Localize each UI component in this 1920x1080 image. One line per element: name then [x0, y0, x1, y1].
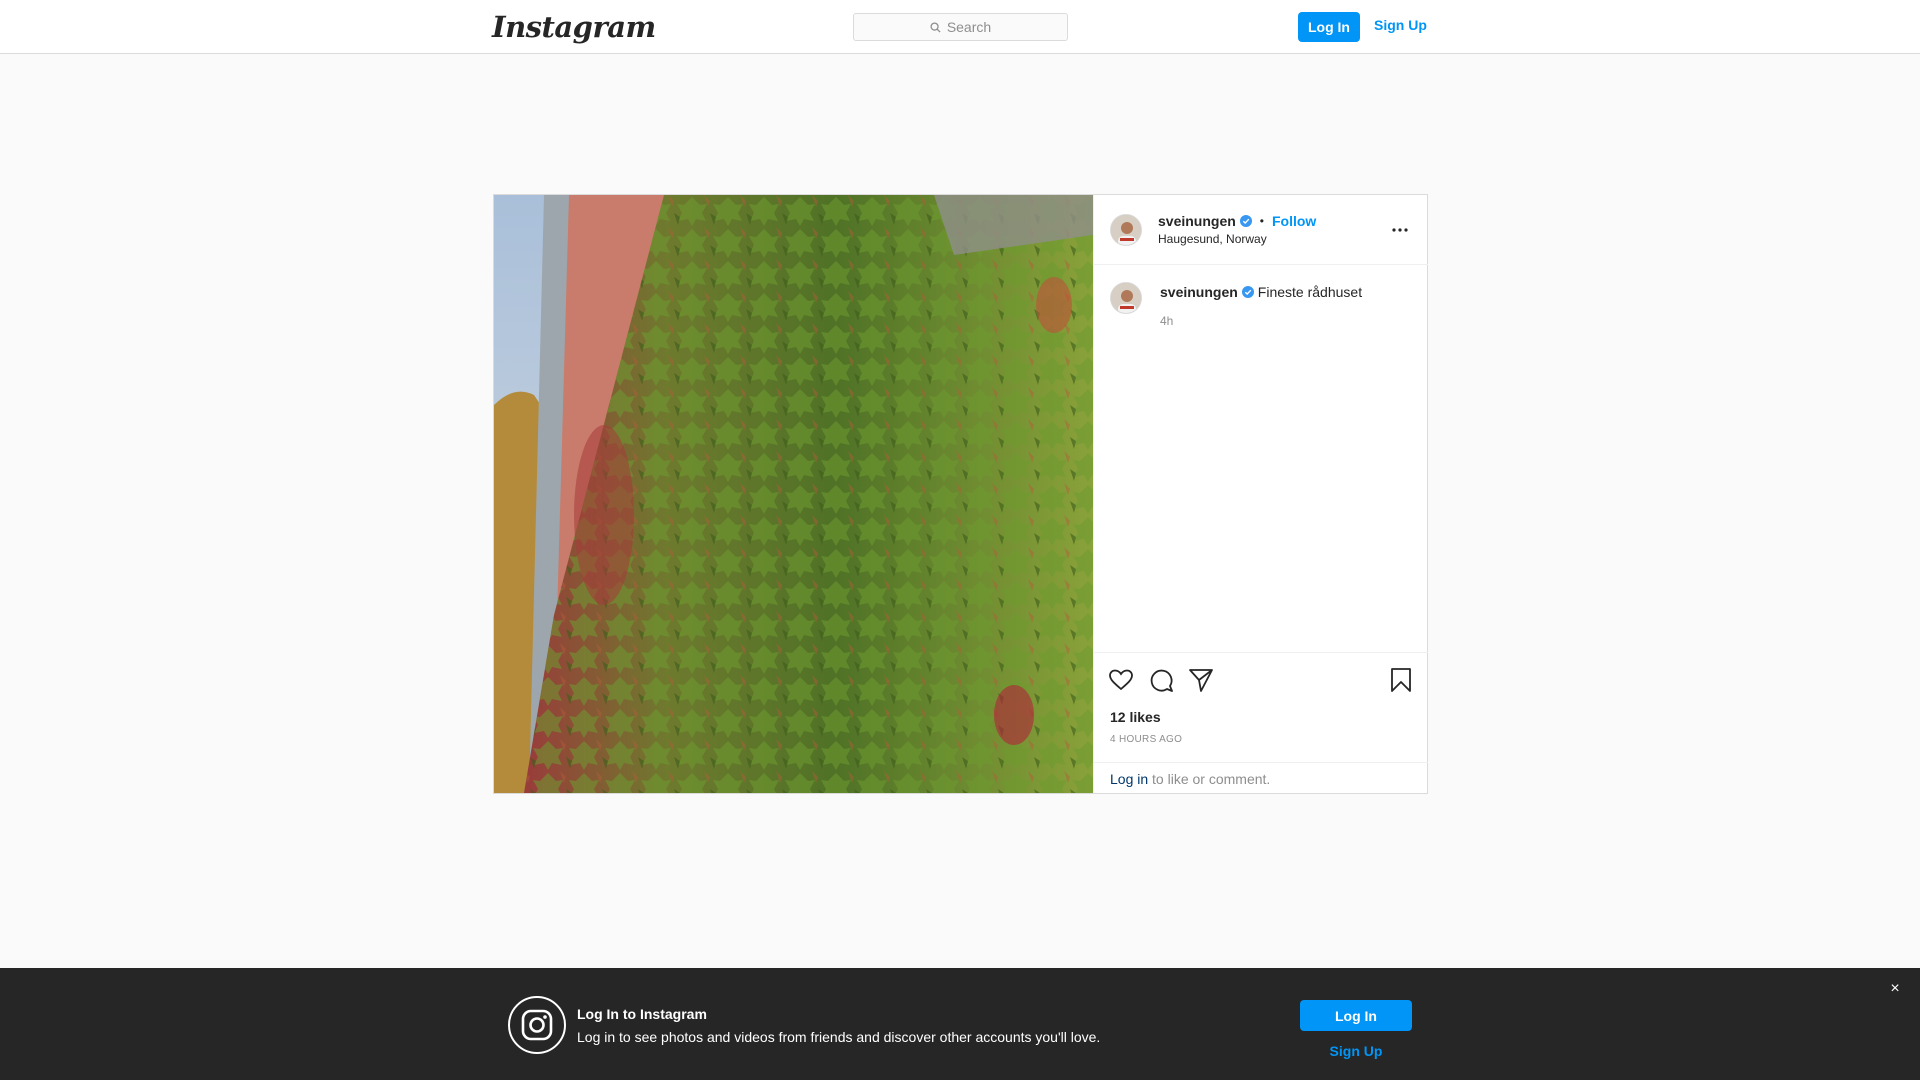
post-card: sveinungen • Follow Haugesund, Norway sv…	[493, 194, 1428, 794]
caption-avatar[interactable]	[1110, 282, 1142, 314]
login-prompt-text: to like or comment.	[1152, 771, 1271, 787]
post-actions: 12 likes 4 HOURS AGO	[1094, 652, 1428, 762]
post-photo[interactable]	[494, 195, 1093, 793]
search-input[interactable]: Search	[853, 13, 1068, 41]
instagram-glyph-icon	[508, 996, 566, 1054]
avatar-image	[1111, 215, 1141, 245]
author-avatar[interactable]	[1110, 214, 1142, 246]
like-heart-icon[interactable]	[1108, 667, 1134, 693]
post-side-panel: sveinungen • Follow Haugesund, Norway sv…	[1093, 195, 1428, 793]
post-location[interactable]: Haugesund, Norway	[1158, 232, 1267, 246]
save-bookmark-icon[interactable]	[1388, 667, 1414, 693]
search-placeholder: Search	[946, 19, 992, 35]
banner-title: Log In to Instagram	[577, 1006, 707, 1022]
verified-badge-icon	[1241, 286, 1254, 298]
caption-text: Fineste rådhuset	[1257, 284, 1363, 300]
instagram-logo[interactable]: Instagram	[492, 10, 656, 44]
caption-username[interactable]: sveinungen	[1160, 284, 1238, 300]
author-row: sveinungen • Follow	[1158, 213, 1316, 229]
caption-row: sveinungen Fineste rådhuset	[1160, 284, 1362, 300]
author-username[interactable]: sveinungen	[1158, 213, 1236, 229]
likes-count[interactable]: 12 likes	[1110, 709, 1161, 725]
nav-signup-link[interactable]: Sign Up	[1374, 17, 1427, 33]
banner-signup-link[interactable]: Sign Up	[1300, 1043, 1412, 1059]
avatar-image	[1111, 283, 1141, 313]
share-send-icon[interactable]	[1188, 667, 1214, 693]
verified-badge-icon	[1239, 215, 1252, 227]
post-image	[494, 195, 1093, 793]
nav-login-button[interactable]: Log In	[1298, 12, 1360, 42]
banner-login-button[interactable]: Log In	[1300, 1000, 1412, 1031]
search-icon	[930, 21, 941, 33]
comment-icon[interactable]	[1148, 667, 1174, 693]
close-icon[interactable]: ×	[1886, 980, 1904, 998]
caption-timestamp[interactable]: 4h	[1160, 314, 1173, 328]
login-to-comment: Log in to like or comment.	[1094, 762, 1428, 793]
caption-area: sveinungen Fineste rådhuset 4h	[1094, 266, 1428, 646]
post-timestamp[interactable]: 4 HOURS AGO	[1110, 734, 1182, 745]
post-header: sveinungen • Follow Haugesund, Norway	[1094, 195, 1428, 265]
login-link[interactable]: Log in	[1110, 771, 1148, 787]
follow-button[interactable]: Follow	[1272, 213, 1316, 229]
top-nav: Instagram Search Log In Sign Up	[0, 0, 1920, 54]
banner-subtitle: Log in to see photos and videos from fri…	[577, 1029, 1101, 1045]
separator-dot: •	[1259, 214, 1264, 228]
login-banner: Log In to Instagram Log in to see photos…	[0, 968, 1920, 1080]
more-options-icon[interactable]	[1390, 221, 1410, 239]
